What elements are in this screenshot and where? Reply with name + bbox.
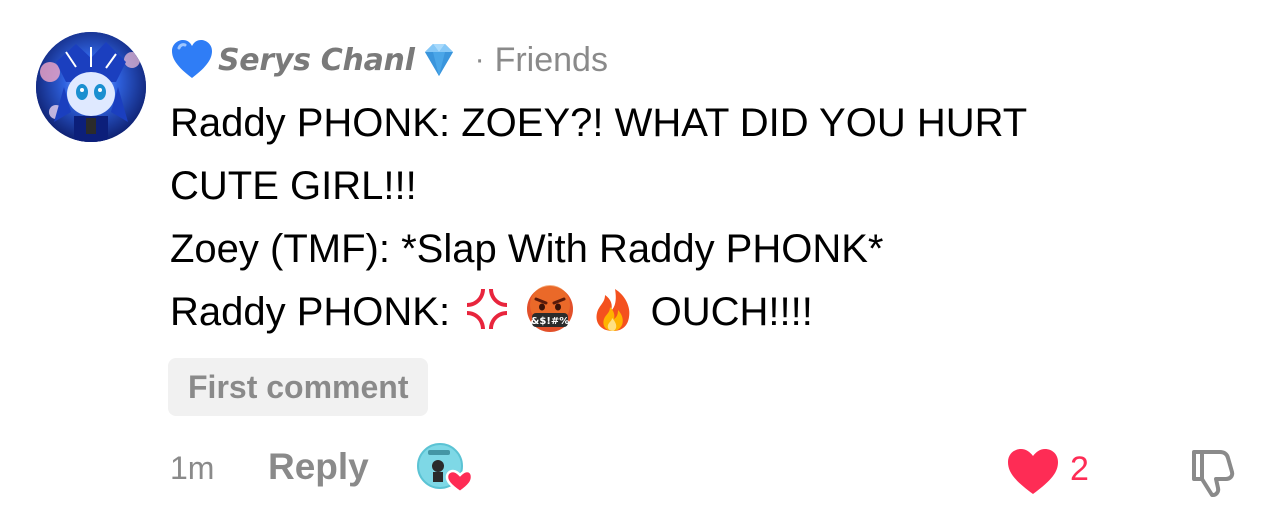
- creator-liked-avatar-icon[interactable]: [416, 442, 472, 498]
- cursing-face-emoji-icon: &$!#%: [524, 283, 576, 335]
- anime-avatar-icon: [36, 32, 146, 142]
- comment-footer: 1m Reply 2: [0, 438, 1284, 502]
- comment-header: Serys Chanl · Friends: [170, 36, 608, 84]
- header-separator: ·: [474, 43, 485, 76]
- comment-timestamp: 1m: [170, 450, 215, 486]
- reply-button[interactable]: Reply: [268, 446, 369, 488]
- author-avatar[interactable]: [36, 32, 146, 142]
- like-count: 2: [1070, 450, 1089, 488]
- comment-body: Raddy PHONK: ZOEY?! WHAT DID YOU HURT CU…: [170, 92, 1190, 344]
- relation-label: Friends: [494, 40, 608, 79]
- author-username[interactable]: Serys Chanl: [218, 43, 415, 78]
- comment-line-1: Raddy PHONK: ZOEY?! WHAT DID YOU HURT: [170, 101, 1028, 145]
- comment-line-4-suffix: OUCH!!!!: [650, 290, 813, 334]
- svg-text:&$!#%: &$!#%: [531, 316, 570, 327]
- fire-emoji-icon: [587, 283, 639, 335]
- heart-icon[interactable]: [1006, 448, 1060, 496]
- comment-item: Serys Chanl · Friends Raddy PHONK: ZOEY?…: [0, 0, 1284, 506]
- gem-emoji-icon: [417, 38, 461, 82]
- comment-line-4: Raddy PHONK: &$!#% OUCH!!!!: [170, 281, 1190, 344]
- comment-line-4-prefix: Raddy PHONK:: [170, 290, 451, 334]
- comment-line-3: Zoey (TMF): *Slap With Raddy PHONK*: [170, 227, 884, 271]
- blue-heart-emoji-icon: [170, 38, 214, 82]
- thumbs-down-icon[interactable]: [1186, 446, 1238, 498]
- anger-symbol-emoji-icon: [461, 283, 513, 335]
- first-comment-badge: First comment: [168, 358, 429, 416]
- comment-line-2: CUTE GIRL!!!: [170, 164, 417, 208]
